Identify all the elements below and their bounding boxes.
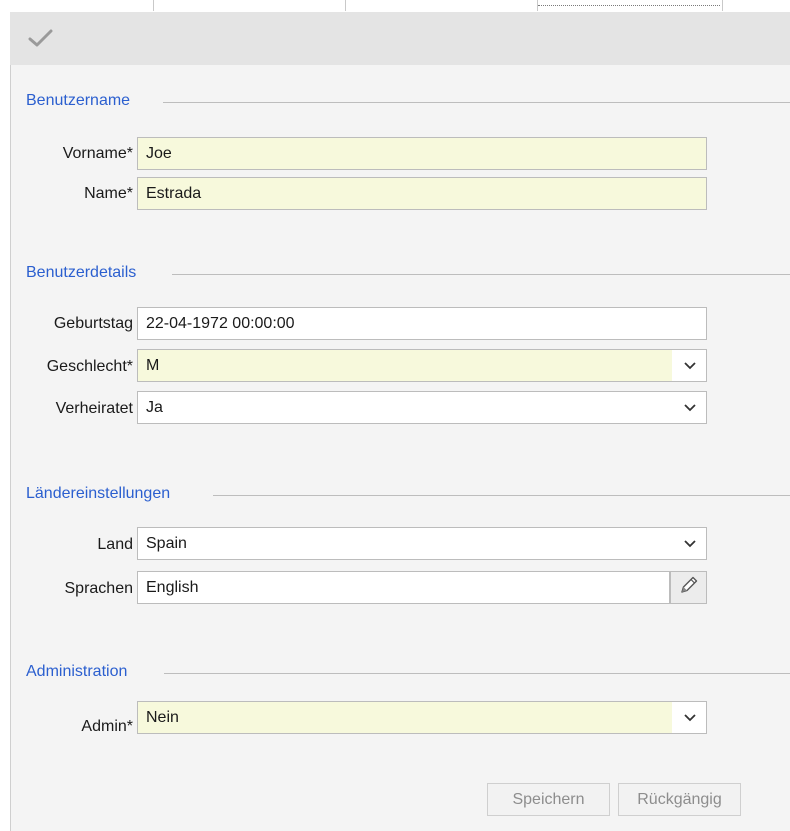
chevron-down-icon[interactable] (672, 392, 706, 423)
section-divider (163, 102, 790, 103)
section-divider (213, 495, 790, 496)
name-input[interactable]: Estrada (137, 177, 707, 210)
geschlecht-select[interactable]: M (137, 349, 707, 382)
section-divider (172, 274, 790, 275)
section-title-benutzername: Benutzername (26, 92, 131, 109)
chevron-down-icon[interactable] (672, 350, 706, 381)
section-title-administration: Administration (26, 663, 128, 680)
geburtstag-label: Geburtstag (53, 315, 133, 332)
vorname-value: Joe (146, 145, 172, 162)
vorname-label: Vorname* (62, 145, 133, 162)
pencil-icon (678, 574, 700, 601)
tab-separator (153, 0, 154, 11)
section-title-benutzerdetails: Benutzerdetails (26, 264, 137, 281)
geburtstag-value: 22-04-1972 00:00:00 (146, 315, 295, 332)
land-select[interactable]: Spain (137, 527, 707, 560)
admin-value: Nein (146, 709, 179, 726)
edit-languages-button[interactable] (670, 571, 707, 604)
section-title-laendereinstellungen: Ländereinstellungen (26, 485, 171, 502)
save-button[interactable]: Speichern (487, 783, 610, 816)
geschlecht-label: Geschlecht* (46, 358, 133, 375)
checkmark-icon[interactable] (28, 28, 54, 48)
chevron-down-icon[interactable] (672, 528, 706, 559)
verheiratet-select[interactable]: Ja (137, 391, 707, 424)
active-tab-indicator (538, 5, 720, 6)
name-value: Estrada (146, 185, 202, 202)
tab-strip (10, 0, 790, 12)
chevron-down-icon[interactable] (672, 702, 706, 733)
land-value: Spain (146, 535, 187, 552)
verheiratet-value: Ja (146, 399, 163, 416)
geburtstag-input[interactable]: 22-04-1972 00:00:00 (137, 307, 707, 340)
name-label: Name* (84, 185, 133, 202)
verheiratet-label: Verheiratet (55, 400, 133, 417)
sprachen-value: English (146, 579, 199, 596)
tab-separator (345, 0, 346, 11)
undo-button[interactable]: Rückgängig (618, 783, 741, 816)
vorname-input[interactable]: Joe (137, 137, 707, 170)
geschlecht-value: M (146, 357, 160, 374)
section-divider (164, 673, 790, 674)
sprachen-label: Sprachen (64, 580, 134, 597)
land-label: Land (97, 536, 133, 553)
tab-separator (722, 0, 723, 11)
admin-label: Admin* (81, 718, 133, 735)
toolbar (10, 12, 790, 65)
admin-select[interactable]: Nein (137, 701, 707, 734)
sprachen-input[interactable]: English (137, 571, 670, 604)
